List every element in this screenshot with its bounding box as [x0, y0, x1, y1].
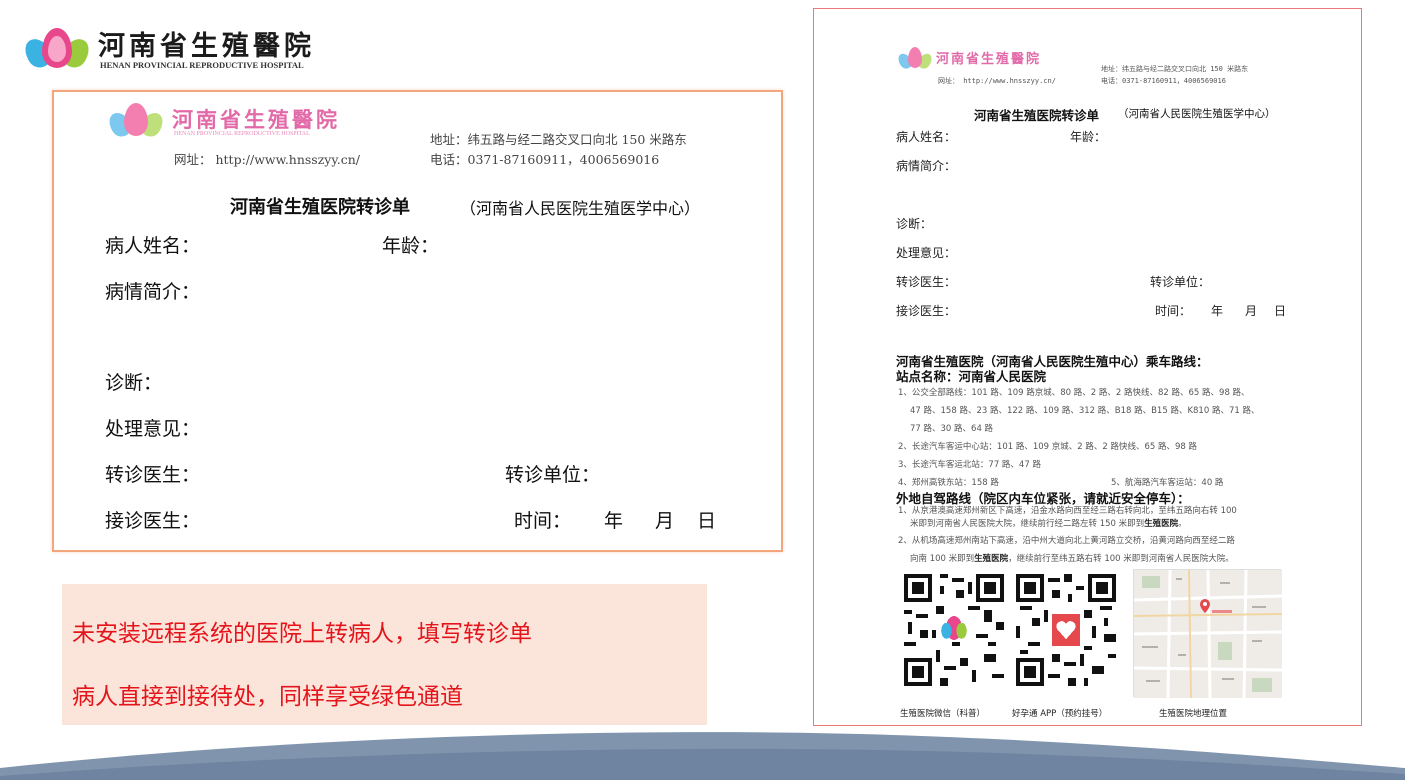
doc-referring-doctor-label: 转诊医生：	[896, 275, 957, 289]
drive-route-line: 米即到河南省人民医院大院，继续前行经二路左转 150 米即到生殖医院。	[910, 517, 1187, 529]
referral-document-page: 河南省生殖醫院 网址： http://www.hnsszyy.cn/ 地址：纬五…	[813, 8, 1362, 726]
form-website: 网址： http://www.hnsszyy.cn/	[174, 152, 361, 167]
doc-subtitle: （河南省人民医院生殖医学中心）	[1118, 108, 1276, 120]
doc-name-label: 病人姓名：	[896, 130, 957, 144]
patient-name-label: 病人姓名：	[105, 235, 201, 257]
wechat-caption: 生殖医院微信（科普）	[900, 709, 986, 719]
bus-route-line: 5、航海路汽车客运站：40 路	[1111, 478, 1224, 488]
drive-route-emphasis: 生殖医院	[1144, 519, 1179, 529]
form-logo-english: HENAN PROVINCIAL REPRODUCTIVE HOSPITAL	[174, 131, 310, 137]
bus-route-line: 77 路、30 路、64 路	[910, 424, 994, 434]
age-label: 年龄：	[382, 235, 440, 257]
referring-doctor-label: 转诊医生：	[105, 464, 201, 486]
doc-website: 网址： http://www.hnsszyy.cn/	[938, 77, 1056, 85]
drive-route-line: 2、从机场高速郑州南站下高速，沿中州大道向北上黄河路立交桥，沿黄河路向西至经二路	[898, 536, 1235, 546]
drive-route-text: 向南 100 米即到	[910, 554, 975, 564]
diagnosis-label: 诊断：	[105, 372, 163, 394]
receiving-doctor-label: 接诊医生：	[105, 510, 201, 532]
drive-route-text: 米即到河南省人民医院大院，继续前行经二路左转 150 米即到	[910, 519, 1145, 529]
footer-wave-decoration	[0, 732, 1405, 780]
lotus-logo-icon	[19, 24, 95, 73]
doc-address: 地址：纬五路与经二路交叉口向北 150 米路东	[1101, 65, 1249, 73]
bus-route-line: 47 路、158 路、23 路、122 路、109 路、312 路、B18 路、…	[910, 406, 1260, 416]
doc-time-label: 时间：	[1155, 304, 1192, 318]
doc-referring-unit-label: 转诊单位：	[1150, 275, 1211, 289]
drive-route-line: 向南 100 米即到生殖医院，继续前行至纬五路右转 100 米即到河南省人民医院…	[910, 552, 1234, 564]
bus-route-line: 1、公交全部路线：101 路、109 路京城、80 路、2 路、2 路快线、82…	[898, 388, 1250, 398]
history-label: 病情简介：	[105, 281, 201, 303]
note-box: 未安装远程系统的医院上转病人，填写转诊单 病人直接到接待处，同样享受绿色通道	[62, 584, 707, 725]
doc-logo-name: 河南省生殖醫院	[936, 52, 1042, 67]
time-label: 时间：	[514, 510, 572, 532]
bus-route-line: 3、长途汽车客运北站：77 路、47 路	[898, 460, 1041, 470]
app-qr-code[interactable]	[1016, 574, 1116, 686]
doc-history-label: 病情简介：	[896, 159, 957, 173]
logo-english-name: HENAN PROVINCIAL REPRODUCTIVE HOSPITAL	[100, 60, 304, 70]
bus-route-line: 2、长途汽车客运中心站：101 路、109 京城、2 路、2 路快线、65 路、…	[898, 442, 1198, 452]
treatment-label: 处理意见：	[105, 418, 201, 440]
location-map-image[interactable]	[1133, 569, 1283, 699]
map-caption: 生殖医院地理位置	[1159, 709, 1228, 719]
form-address: 地址：纬五路与经二路交叉口向北 150 米路东	[430, 132, 687, 147]
form-title: 河南省生殖医院转诊单	[230, 197, 410, 218]
doc-month-label: 月	[1245, 304, 1258, 318]
drive-route-line: 1、从京港澳高速郑州新区下高速，沿金水路向西至经三路右转向北，至纬五路向右转 1…	[898, 506, 1237, 516]
drive-route-text: ，继续前行至纬五路右转 100 米即到河南省人民医院大院。	[1008, 554, 1234, 564]
referral-form: 河南省生殖醫院 HENAN PROVINCIAL REPRODUCTIVE HO…	[52, 90, 783, 552]
note-line-1: 未安装远程系统的医院上转病人，填写转诊单	[72, 621, 532, 647]
form-phone: 电话：0371-87160911，4006569016	[430, 152, 660, 167]
doc-receiving-doctor-label: 接诊医生：	[896, 304, 957, 318]
app-caption: 好孕通 APP（预约挂号）	[1012, 709, 1108, 719]
logo-chinese-name: 河南省生殖醫院	[98, 31, 315, 62]
year-label: 年	[604, 510, 624, 532]
station-heading: 站点名称：河南省人民医院	[896, 369, 1047, 384]
form-logo-name: 河南省生殖醫院	[172, 107, 340, 132]
lotus-logo-icon	[104, 100, 168, 141]
doc-treatment-label: 处理意见：	[896, 246, 957, 260]
note-line-2: 病人直接到接待处，同样享受绿色通道	[72, 684, 463, 710]
drive-route-emphasis: 生殖医院	[974, 554, 1009, 564]
doc-phone: 电话：0371-87160911，4006569016	[1101, 77, 1226, 85]
doc-day-label: 日	[1274, 304, 1287, 318]
doc-diagnosis-label: 诊断：	[896, 217, 933, 231]
hospital-logo: 河南省生殖醫院 HENAN PROVINCIAL REPRODUCTIVE HO…	[19, 22, 342, 74]
form-subtitle: （河南省人民医院生殖医学中心）	[460, 199, 701, 218]
day-label: 日	[697, 510, 717, 532]
drive-route-text: 。	[1178, 519, 1187, 529]
referring-unit-label: 转诊单位：	[505, 464, 601, 486]
lotus-logo-icon	[895, 45, 935, 71]
doc-title: 河南省生殖医院转诊单	[974, 108, 1100, 123]
month-label: 月	[655, 510, 675, 532]
bus-route-line: 4、郑州高铁东站：158 路	[898, 478, 999, 488]
doc-age-label: 年龄：	[1070, 130, 1107, 144]
doc-year-label: 年	[1211, 304, 1224, 318]
wechat-qr-code[interactable]	[904, 574, 1004, 686]
